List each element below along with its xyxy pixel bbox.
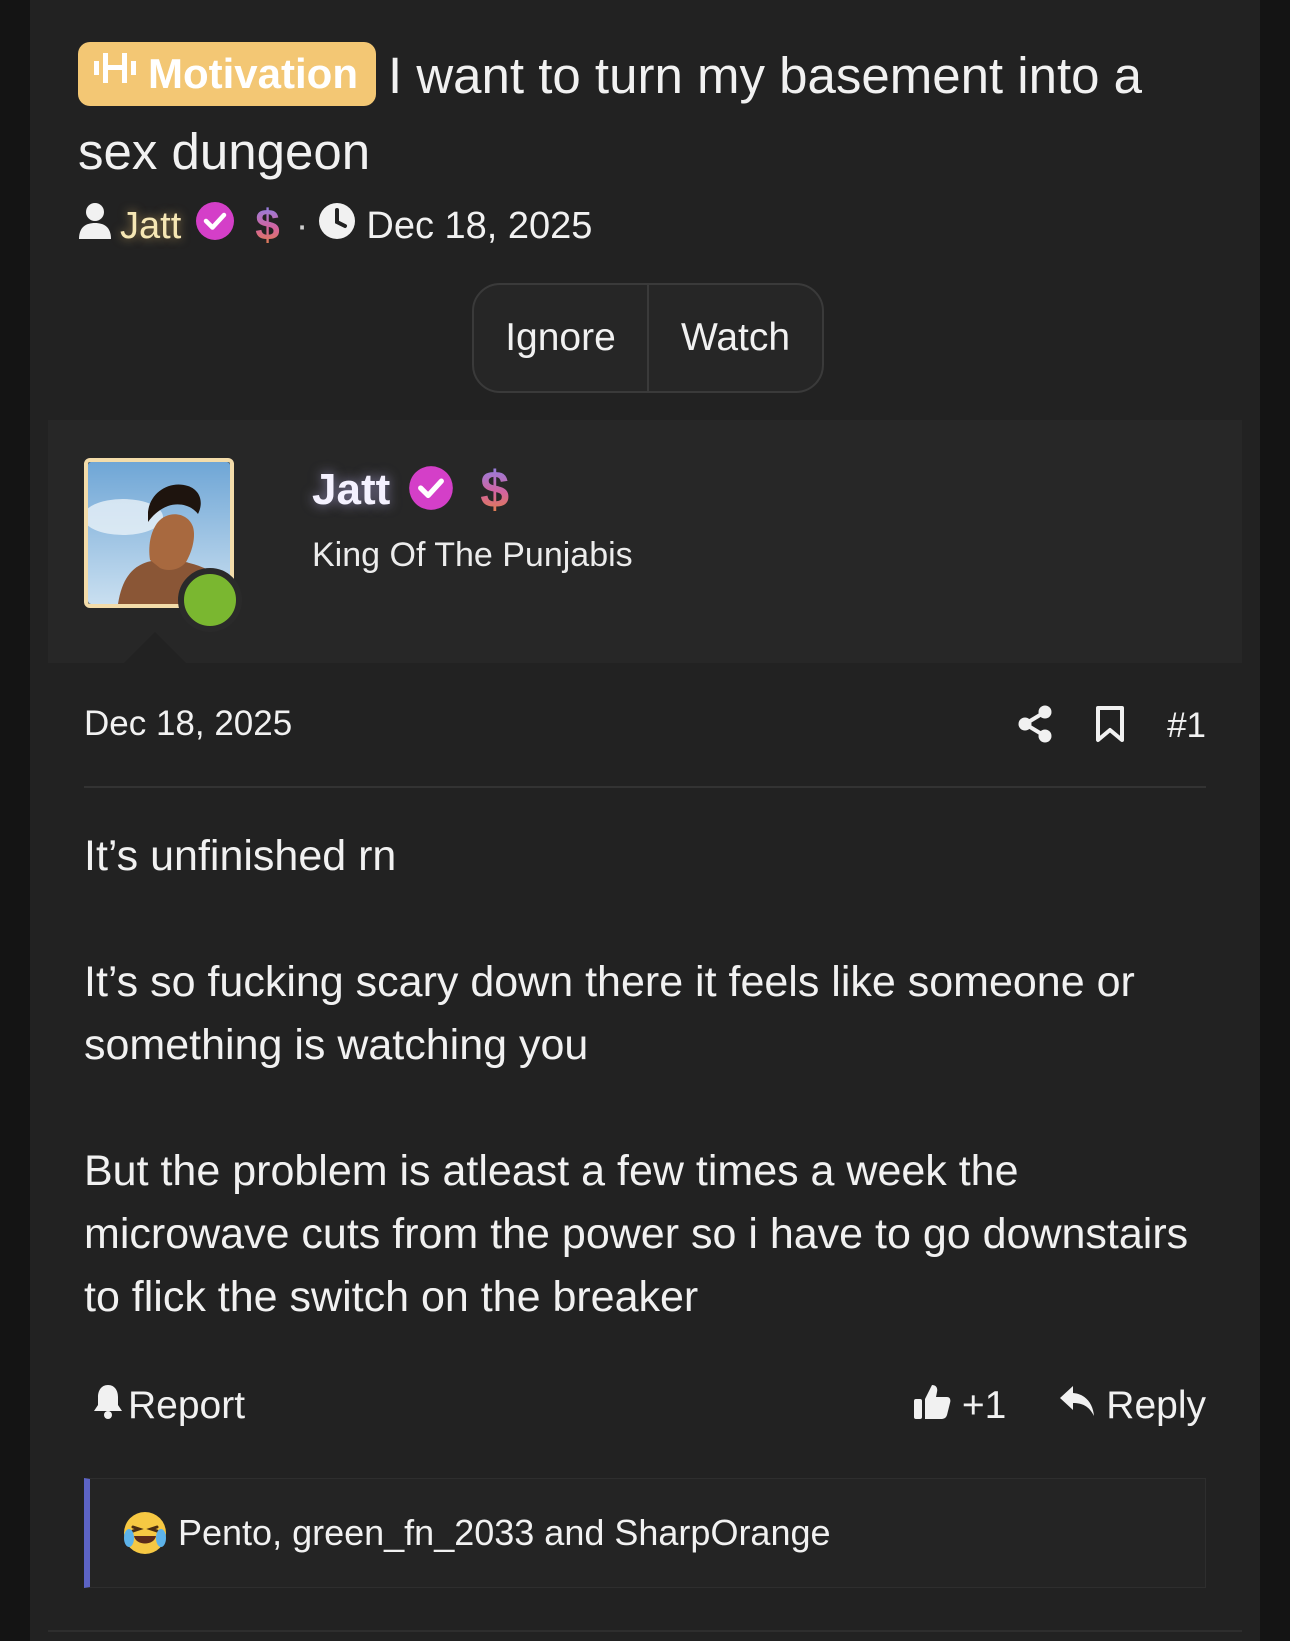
thread-date[interactable]: Dec 18, 2025 — [366, 205, 592, 248]
like-button[interactable]: +1 — [912, 1381, 1006, 1431]
reply-icon — [1058, 1384, 1096, 1428]
bars-icon — [94, 41, 138, 105]
thread-title-block: Motivation I want to turn my basement in… — [78, 38, 1218, 190]
post-body: It’s unfinished rn It’s so fucking scary… — [84, 825, 1214, 1392]
post-header: Dec 18, 2025 #1 — [84, 686, 1206, 788]
post-user-block: Jatt $ King Of The Punjabis — [48, 420, 1242, 664]
divider — [48, 1630, 1242, 1632]
post-actions: #1 — [975, 704, 1206, 748]
post-username-row: Jatt $ — [312, 460, 509, 520]
ignore-button[interactable]: Ignore — [474, 285, 647, 391]
clock-icon — [318, 202, 356, 250]
meta-separator: · — [295, 204, 309, 247]
verified-icon — [195, 201, 235, 251]
post-number-link[interactable]: #1 — [1167, 706, 1206, 746]
like-count: +1 — [961, 1384, 1007, 1427]
share-icon[interactable] — [1017, 705, 1053, 748]
reactions-bar[interactable]: Pento, green_fn_2033 and SharpOrange — [84, 1478, 1206, 1588]
thread-button-group: Ignore Watch — [472, 283, 824, 393]
watch-button[interactable]: Watch — [647, 285, 822, 391]
thumbs-up-icon — [912, 1381, 952, 1431]
thread-author-link[interactable]: Jatt — [120, 205, 181, 248]
post-paragraph: It’s unfinished rn — [84, 832, 397, 880]
verified-icon — [408, 465, 454, 516]
post-username[interactable]: Jatt — [312, 465, 390, 515]
report-label: Report — [128, 1384, 246, 1427]
bookmark-icon[interactable] — [1095, 705, 1125, 748]
post-date[interactable]: Dec 18, 2025 — [84, 704, 292, 744]
reply-label: Reply — [1106, 1384, 1206, 1427]
laughing-crying-emoji — [122, 1510, 168, 1556]
post-paragraph: But the problem is atleast a few times a… — [84, 1147, 1189, 1321]
post-paragraph: It’s so fucking scary down there it feel… — [84, 958, 1135, 1069]
thread-prefix-label: Motivation — [148, 49, 358, 97]
report-link[interactable]: Report — [92, 1383, 245, 1429]
reply-button[interactable]: Reply — [1058, 1384, 1206, 1428]
thread-meta: Jatt $ · Dec 18, 2025 — [78, 198, 592, 254]
user-icon — [78, 202, 112, 250]
avatar[interactable] — [84, 458, 242, 632]
user-title: King Of The Punjabis — [312, 536, 633, 574]
thread-prefix-badge[interactable]: Motivation — [78, 41, 376, 106]
dollar-badge: $ — [255, 201, 280, 250]
reactions-text: Pento, green_fn_2033 and SharpOrange — [178, 1512, 831, 1553]
bell-icon — [92, 1383, 124, 1429]
online-status-indicator — [178, 568, 242, 632]
post-footer: Report +1 Reply — [84, 1377, 1206, 1435]
dollar-badge: $ — [480, 461, 510, 519]
